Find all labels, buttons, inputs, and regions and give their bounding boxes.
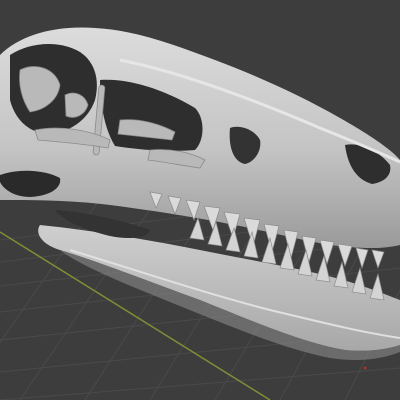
- origin-marker: [363, 366, 367, 370]
- viewport-canvas[interactable]: [0, 0, 400, 400]
- 3d-viewport[interactable]: [0, 0, 400, 400]
